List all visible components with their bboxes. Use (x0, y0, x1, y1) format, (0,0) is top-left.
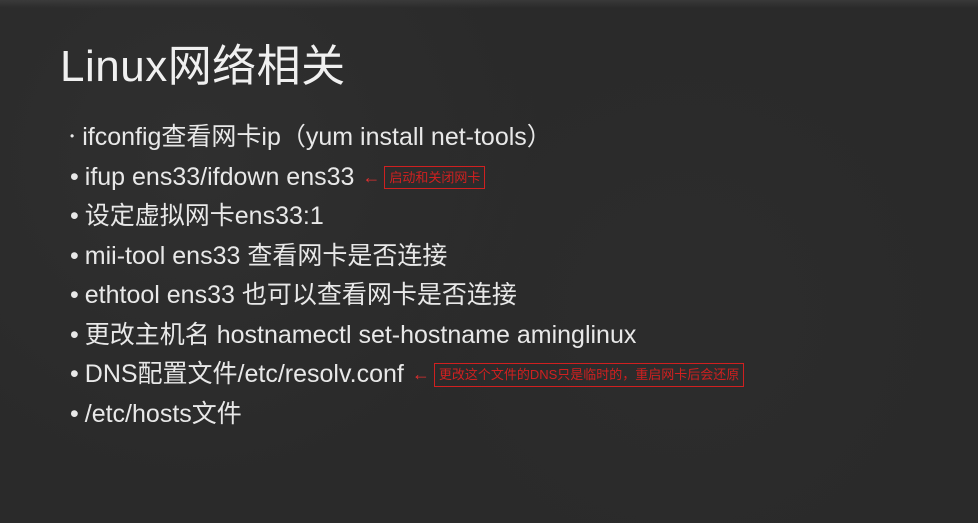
annotation-wrapper: ←更改这个文件的DNS只是临时的，重启网卡后会还原 (412, 361, 744, 388)
bullet-list: •ifconfig查看网卡ip（yum install net-tools）•i… (60, 119, 918, 433)
bullet-marker: • (70, 238, 79, 276)
bullet-text: 更改主机名 hostnamectl set-hostname aminglinu… (85, 317, 637, 355)
arrow-left-icon: ← (412, 361, 430, 388)
bullet-text: DNS配置文件/etc/resolv.conf (85, 356, 404, 394)
arrow-left-icon: ← (362, 164, 380, 191)
bullet-marker: • (70, 198, 79, 236)
bullet-marker: • (70, 396, 79, 434)
bullet-item: •ethtool ens33 也可以查看网卡是否连接 (70, 277, 918, 315)
bullet-marker: • (70, 277, 79, 315)
bullet-text: mii-tool ens33 查看网卡是否连接 (85, 238, 448, 276)
bullet-marker: • (70, 127, 74, 145)
bullet-text: 设定虚拟网卡ens33:1 (85, 198, 324, 236)
bullet-text: ethtool ens33 也可以查看网卡是否连接 (85, 277, 517, 315)
bullet-text: ifconfig查看网卡ip（yum install net-tools） (82, 119, 552, 157)
bullet-item: •ifup ens33/ifdown ens33 ←启动和关闭网卡 (70, 159, 918, 197)
bullet-text: /etc/hosts文件 (85, 396, 242, 434)
annotation-wrapper: ←启动和关闭网卡 (362, 164, 485, 191)
bullet-text: ifup ens33/ifdown ens33 (85, 159, 355, 197)
bullet-item: •/etc/hosts文件 (70, 396, 918, 434)
annotation-box: 更改这个文件的DNS只是临时的，重启网卡后会还原 (434, 363, 744, 387)
annotation-box: 启动和关闭网卡 (384, 166, 485, 190)
bullet-marker: • (70, 159, 79, 197)
bullet-item: • ifconfig查看网卡ip（yum install net-tools） (70, 119, 918, 157)
bullet-item: •mii-tool ens33 查看网卡是否连接 (70, 238, 918, 276)
bullet-item: •DNS配置文件/etc/resolv.conf ←更改这个文件的DNS只是临时的… (70, 356, 918, 394)
bullet-marker: • (70, 356, 79, 394)
slide-title: Linux网络相关 (60, 30, 918, 94)
bullet-item: •设定虚拟网卡ens33:1 (70, 198, 918, 236)
decorative-top-edge (0, 0, 978, 8)
bullet-marker: • (70, 317, 79, 355)
bullet-item: •更改主机名 hostnamectl set-hostname aminglin… (70, 317, 918, 355)
